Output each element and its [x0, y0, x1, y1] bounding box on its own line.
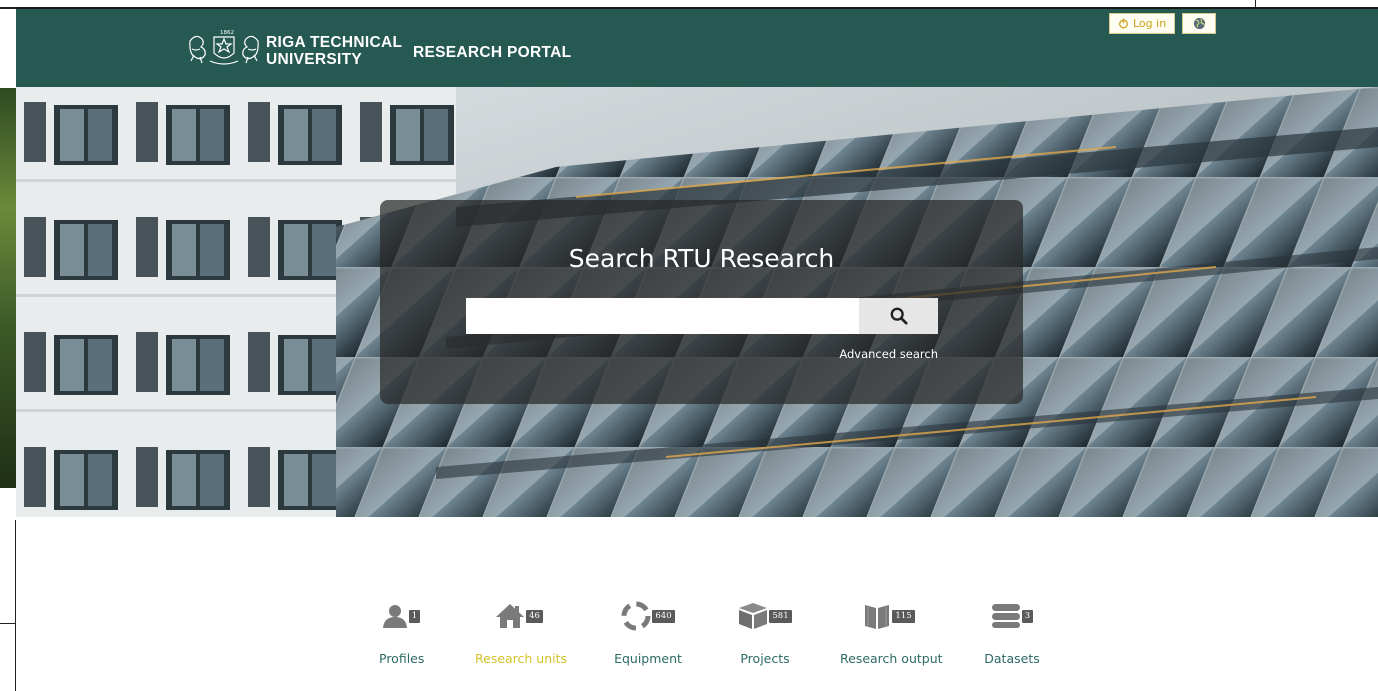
page: 1862 RIGA TECHNICAL UNIVERSITY RESEARCH … [16, 7, 1378, 691]
count-badge: 581 [769, 609, 792, 623]
frame-line [0, 623, 16, 624]
category-icon-wrap: 581 [735, 599, 795, 633]
category-research-units[interactable]: 46 Research units [475, 599, 568, 666]
category-label: Research units [475, 651, 568, 666]
brand-line-2: UNIVERSITY [266, 51, 363, 68]
language-button[interactable] [1182, 13, 1216, 34]
login-label: Log in [1133, 17, 1167, 30]
count-badge: 640 [652, 609, 675, 623]
category-icon-wrap: 640 [612, 599, 684, 633]
search-input[interactable] [466, 298, 859, 334]
house-icon [496, 604, 525, 628]
brand-line-1: RIGA TECHNICAL [266, 34, 403, 51]
hero-banner: Search RTU Research Advanced search [16, 87, 1378, 517]
box-icon [739, 603, 768, 629]
power-icon [1119, 18, 1128, 29]
category-label: Projects [740, 651, 790, 666]
category-icon-wrap: 1 [379, 599, 423, 633]
category-label: Datasets [984, 651, 1040, 666]
category-profiles[interactable]: 1 Profiles [379, 599, 425, 666]
category-label: Profiles [379, 651, 425, 666]
search-title: Search RTU Research [568, 244, 835, 273]
category-label: Equipment [614, 651, 682, 666]
advanced-search-link[interactable]: Advanced search [839, 347, 938, 361]
database-icon [991, 604, 1020, 628]
count-badge: 46 [526, 609, 543, 623]
search-panel: Search RTU Research Advanced search [380, 200, 1023, 404]
site-header: 1862 RIGA TECHNICAL UNIVERSITY RESEARCH … [16, 7, 1378, 89]
category-research-output[interactable]: 115 Research output [840, 599, 943, 666]
category-equipment[interactable]: 640 Equipment [612, 599, 684, 666]
category-datasets[interactable]: 3 Datasets [984, 599, 1040, 666]
category-icon-wrap: 3 [984, 599, 1040, 633]
login-button[interactable]: Log in [1109, 13, 1176, 34]
count-badge: 3 [1021, 609, 1034, 623]
university-name[interactable]: RIGA TECHNICAL UNIVERSITY [266, 34, 402, 68]
globe-icon [1193, 17, 1205, 30]
svg-text:1862: 1862 [220, 30, 234, 36]
lifebuoy-icon [621, 601, 651, 631]
count-badge: 1 [408, 609, 421, 623]
person-icon [382, 605, 407, 628]
book-icon [865, 605, 890, 629]
portal-title[interactable]: RESEARCH PORTAL [413, 44, 571, 62]
category-projects[interactable]: 581 Projects [735, 599, 795, 666]
count-badge: 115 [892, 609, 915, 623]
frame-line [0, 7, 16, 9]
search-button[interactable] [859, 298, 938, 334]
background-strip [0, 88, 16, 488]
category-label: Research output [840, 651, 943, 666]
search-icon [890, 307, 908, 325]
category-icon-wrap: 46 [475, 599, 563, 633]
university-crest-logo[interactable]: 1862 [186, 27, 262, 67]
category-icon-wrap: 115 [840, 599, 938, 633]
